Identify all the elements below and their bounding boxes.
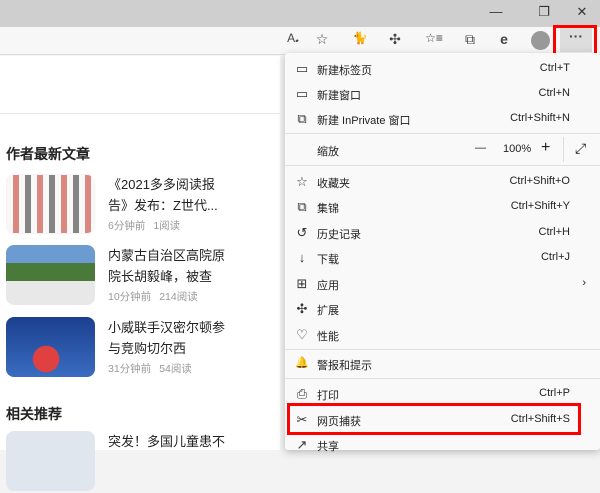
menu-shortcut: Ctrl+P bbox=[539, 387, 570, 399]
menu-label: 扩展 bbox=[317, 305, 339, 317]
section-title: 相关推荐 bbox=[6, 406, 62, 422]
bell-icon: 🔔 bbox=[295, 357, 309, 369]
menu-item-new-tab[interactable]: ▭ 新建标签页 Ctrl+T bbox=[285, 56, 600, 81]
download-icon: ↓ bbox=[298, 250, 306, 265]
article-reads: 214阅读 bbox=[159, 291, 198, 303]
divider bbox=[285, 349, 600, 350]
article-meta: 10分钟前 214阅读 bbox=[108, 289, 206, 304]
favorites-icon[interactable]: ☆≡ bbox=[424, 31, 444, 45]
menu-item-history[interactable]: ↺ 历史记录 Ctrl+H bbox=[285, 220, 600, 245]
article-time: 6分钟前 bbox=[108, 220, 146, 232]
page-header bbox=[0, 56, 280, 114]
article-reads: 1阅读 bbox=[153, 220, 181, 232]
menu-label: 新建标签页 bbox=[317, 65, 372, 77]
menu-label: 缩放 bbox=[317, 146, 339, 158]
menu-label: 收藏夹 bbox=[317, 178, 350, 190]
menu-item-extensions[interactable]: ✣ 扩展 bbox=[285, 296, 600, 321]
page-content: 作者最新文章 《2021多多阅读报告》发布：Z世代... 6分钟前 1阅读 内蒙古… bbox=[0, 56, 280, 491]
extensions-icon[interactable]: ✣ bbox=[385, 31, 405, 48]
menu-label: 历史记录 bbox=[317, 229, 361, 241]
menu-item-alerts[interactable]: 🔔 警报和提示 bbox=[285, 351, 600, 376]
menu-item-collections[interactable]: ⧉ 集锦 Ctrl+Shift+Y bbox=[285, 194, 600, 219]
article-thumbnail bbox=[6, 317, 95, 377]
article-thumbnail bbox=[6, 245, 95, 305]
article-title: 小威联手汉密尔顿参与竞购切尔西 bbox=[108, 320, 226, 356]
article-reads: 54阅读 bbox=[159, 363, 192, 375]
article-title: 内蒙古自治区高院原院长胡毅峰，被查 bbox=[108, 248, 226, 284]
extension-cat-icon[interactable]: 🐈 bbox=[350, 31, 370, 45]
menu-item-new-window[interactable]: ▭ 新建窗口 Ctrl+N bbox=[285, 81, 600, 106]
menu-shortcut: Ctrl+H bbox=[538, 226, 570, 238]
menu-item-performance[interactable]: ♡ 性能 bbox=[285, 322, 600, 347]
highlight-more bbox=[553, 25, 597, 56]
divider bbox=[285, 133, 600, 134]
performance-icon: ♡ bbox=[296, 327, 308, 342]
avatar[interactable] bbox=[531, 31, 550, 50]
apps-icon: ⊞ bbox=[296, 276, 308, 291]
menu-shortcut: Ctrl+T bbox=[539, 62, 570, 74]
zoom-in-button[interactable]: + bbox=[541, 139, 550, 157]
menu-label: 新建窗口 bbox=[317, 90, 361, 102]
menu-item-share[interactable]: ↗ 共享 bbox=[285, 432, 600, 457]
menu-item-downloads[interactable]: ↓ 下载 Ctrl+J bbox=[285, 245, 600, 270]
article-meta: 31分钟前 54阅读 bbox=[108, 361, 200, 376]
minimize-button[interactable]: — bbox=[486, 4, 506, 19]
menu-label: 新建 InPrivate 窗口 bbox=[317, 115, 411, 127]
menu-label: 下载 bbox=[317, 254, 339, 266]
history-icon: ↺ bbox=[296, 225, 308, 240]
divider bbox=[285, 165, 600, 166]
menu-shortcut: Ctrl+N bbox=[538, 87, 570, 99]
share-icon: ↗ bbox=[296, 437, 308, 452]
zoom-out-button[interactable]: — bbox=[475, 142, 486, 154]
menu-item-apps[interactable]: ⊞ 应用 › bbox=[285, 271, 600, 296]
article-title: 突发！多国儿童患不 bbox=[108, 434, 226, 449]
collections-icon: ⧉ bbox=[297, 199, 307, 214]
close-button[interactable]: ✕ bbox=[572, 4, 592, 20]
article-meta: 6分钟前 1阅读 bbox=[108, 218, 188, 233]
read-aloud-icon[interactable]: A𝅘 bbox=[283, 31, 303, 46]
favorites-icon: ☆ bbox=[296, 174, 308, 189]
extensions-icon: ✣ bbox=[296, 301, 308, 316]
article-item[interactable]: 突发！多国儿童患不 bbox=[6, 431, 276, 493]
article-time: 10分钟前 bbox=[108, 291, 152, 303]
settings-menu: ▭ 新建标签页 Ctrl+T ▭ 新建窗口 Ctrl+N ⧉ 新建 InPrivate 窗… bbox=[285, 53, 600, 453]
add-favorite-icon[interactable]: ☆ bbox=[312, 31, 332, 48]
article-thumbnail bbox=[6, 431, 95, 491]
title-bar: — ❐ ✕ bbox=[0, 0, 600, 27]
menu-label: 性能 bbox=[317, 331, 339, 343]
menu-label: 警报和提示 bbox=[317, 360, 372, 372]
new-window-icon: ▭ bbox=[295, 86, 309, 101]
zoom-value: 100% bbox=[503, 143, 532, 155]
menu-label: 应用 bbox=[317, 280, 339, 292]
menu-shortcut: Ctrl+Shift+N bbox=[510, 112, 570, 124]
divider bbox=[285, 378, 600, 379]
print-icon: ⎙ bbox=[296, 386, 308, 401]
article-time: 31分钟前 bbox=[108, 363, 152, 375]
ie-mode-icon[interactable]: e bbox=[494, 31, 514, 47]
toolbar: A𝅘 ☆ 🐈 ✣ ☆≡ ⧉ e ··· bbox=[0, 27, 600, 55]
section-title: 作者最新文章 bbox=[6, 146, 90, 162]
restore-button[interactable]: ❐ bbox=[534, 4, 554, 20]
menu-label: 集锦 bbox=[317, 203, 339, 215]
fullscreen-icon[interactable]: ⤢ bbox=[575, 140, 586, 157]
menu-item-favorites[interactable]: ☆ 收藏夹 Ctrl+Shift+O bbox=[285, 169, 600, 194]
menu-shortcut: Ctrl+J bbox=[540, 251, 570, 263]
menu-item-inprivate[interactable]: ⧉ 新建 InPrivate 窗口 Ctrl+Shift+N bbox=[285, 106, 600, 131]
menu-label: 共享 bbox=[317, 441, 339, 453]
highlight-web-capture bbox=[287, 403, 581, 435]
menu-item-zoom: 缩放 — 100% + ⤢ bbox=[285, 137, 600, 162]
new-tab-icon: ▭ bbox=[295, 61, 309, 76]
inprivate-icon: ⧉ bbox=[297, 111, 307, 126]
article-item[interactable]: 小威联手汉密尔顿参与竞购切尔西 31分钟前 54阅读 bbox=[6, 317, 276, 379]
menu-shortcut: Ctrl+Shift+O bbox=[509, 175, 570, 187]
article-item[interactable]: 《2021多多阅读报告》发布：Z世代... 6分钟前 1阅读 bbox=[6, 174, 276, 236]
article-title: 《2021多多阅读报告》发布：Z世代... bbox=[108, 177, 218, 213]
menu-label: 打印 bbox=[317, 390, 339, 402]
collections-icon[interactable]: ⧉ bbox=[460, 31, 480, 48]
menu-shortcut: Ctrl+Shift+Y bbox=[510, 200, 570, 212]
article-item[interactable]: 内蒙古自治区高院原院长胡毅峰，被查 10分钟前 214阅读 bbox=[6, 245, 276, 307]
chevron-right-icon: › bbox=[582, 277, 586, 289]
article-thumbnail bbox=[6, 174, 95, 234]
